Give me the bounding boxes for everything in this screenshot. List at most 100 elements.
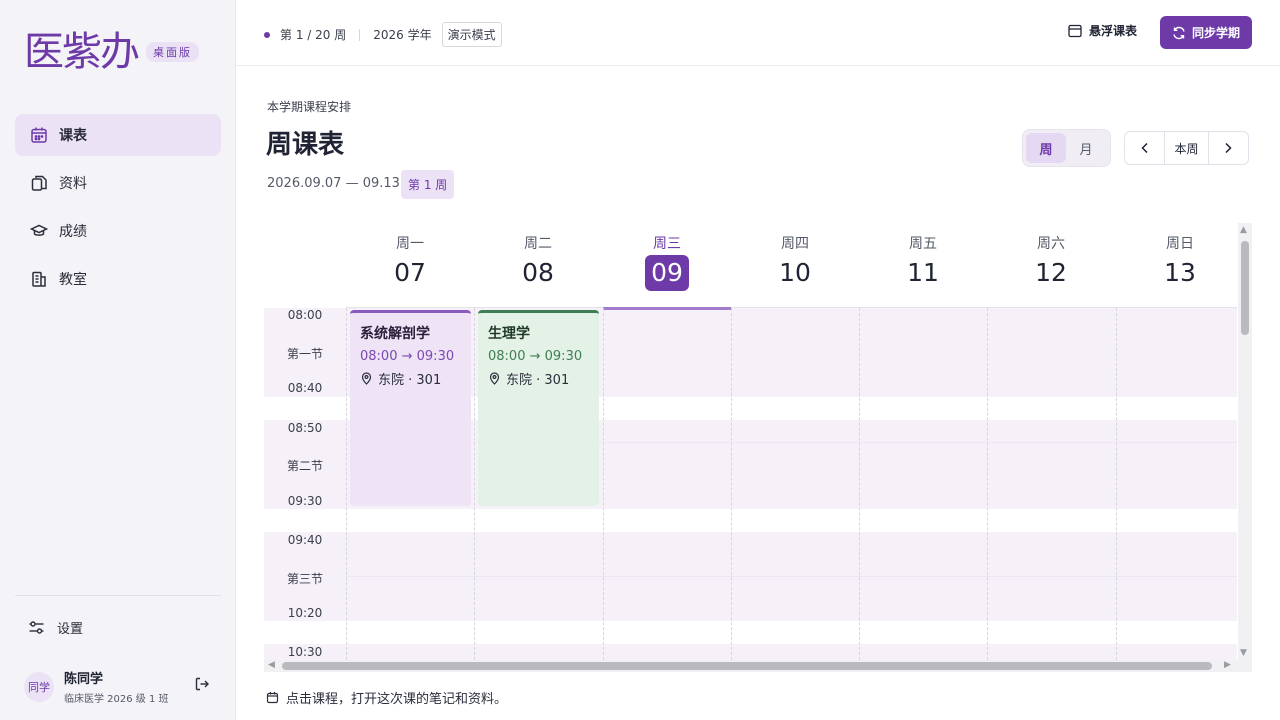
user-info: 陈同学 临床医学 2026 级 1 班 bbox=[64, 668, 169, 705]
floating-schedule-button[interactable]: 悬浮课表 bbox=[1068, 22, 1137, 39]
day-date: 12 bbox=[1035, 258, 1067, 287]
day-header-fri[interactable]: 周五 11 bbox=[859, 223, 987, 307]
day-header-sat[interactable]: 周六 12 bbox=[987, 223, 1115, 307]
day-name: 周日 bbox=[1166, 236, 1194, 252]
horizontal-scrollbar[interactable]: ◀ ▶ bbox=[264, 660, 1252, 672]
day-name: 周五 bbox=[909, 236, 937, 252]
arrow-right-icon: → bbox=[529, 349, 545, 364]
grid-line bbox=[731, 308, 732, 660]
day-header-mon[interactable]: 周一 07 bbox=[346, 223, 474, 307]
demo-mode-chip: 演示模式 bbox=[441, 22, 502, 47]
view-month-button[interactable]: 月 bbox=[1066, 133, 1106, 163]
period-start-time: 08:50 bbox=[287, 421, 323, 435]
week-status-text: 第 1 / 20 周 bbox=[280, 28, 347, 42]
current-week-button[interactable]: 本周 bbox=[1164, 132, 1209, 164]
week-badge: 第 1 周 bbox=[401, 170, 455, 199]
settings-label: 设置 bbox=[57, 622, 84, 637]
course-card-anatomy[interactable]: 系统解剖学 08:00 → 09:30 东院 · 301 bbox=[350, 310, 471, 506]
day-name: 周四 bbox=[781, 236, 809, 252]
grid-line bbox=[346, 576, 1237, 577]
day-header-sun[interactable]: 周日 13 bbox=[1116, 223, 1244, 307]
view-toggle: 周 月 bbox=[1022, 129, 1111, 167]
sidebar-item-schedule[interactable]: 课表 bbox=[15, 114, 221, 156]
course-end: 09:30 bbox=[416, 349, 455, 364]
avatar[interactable]: 同学 bbox=[24, 671, 54, 702]
scroll-left-icon[interactable]: ◀ bbox=[268, 660, 275, 670]
period-end-time: 10:20 bbox=[287, 606, 323, 620]
sidebar-item-grades[interactable]: 成绩 bbox=[15, 210, 221, 252]
footer-hint: 点击课程，打开这次课的笔记和资料。 bbox=[266, 688, 507, 707]
user-name: 陈同学 bbox=[64, 672, 104, 687]
course-location: 东院 · 301 bbox=[488, 369, 589, 388]
day-header-thu[interactable]: 周四 10 bbox=[731, 223, 859, 307]
week-calendar: 周一 07 周二 08 周三 09 周四 10 周五 11 周六 12 周日 1… bbox=[264, 223, 1252, 672]
view-week-button[interactable]: 周 bbox=[1026, 133, 1066, 163]
map-pin-icon bbox=[360, 372, 373, 385]
status-dot bbox=[264, 31, 270, 38]
day-date: 13 bbox=[1164, 258, 1196, 287]
app-logo[interactable]: 医紫办 桌面版 bbox=[24, 28, 199, 76]
sliders-icon bbox=[28, 619, 45, 636]
user-class: 临床医学 2026 级 1 班 bbox=[64, 694, 169, 705]
course-card-physiology[interactable]: 生理学 08:00 → 09:30 东院 · 301 bbox=[478, 310, 599, 506]
period-label: 第二节 bbox=[286, 459, 323, 473]
day-date: 09 bbox=[645, 255, 689, 291]
day-date: 11 bbox=[907, 258, 939, 287]
edition-badge: 桌面版 bbox=[146, 42, 199, 62]
sidebar-item-label: 成绩 bbox=[59, 224, 87, 240]
day-name: 周六 bbox=[1037, 236, 1065, 252]
graduation-cap-icon bbox=[29, 221, 49, 241]
grid-line bbox=[346, 307, 1237, 308]
sync-semester-button[interactable]: 同步学期 bbox=[1160, 16, 1252, 49]
next-week-button[interactable] bbox=[1209, 132, 1248, 164]
day-date: 10 bbox=[779, 258, 811, 287]
period-start-time: 09:40 bbox=[287, 533, 323, 547]
scrollbar-thumb[interactable] bbox=[1241, 241, 1249, 335]
week-pager: 本周 bbox=[1124, 131, 1249, 165]
day-header-tue[interactable]: 周二 08 bbox=[474, 223, 602, 307]
course-location: 东院 · 301 bbox=[360, 369, 461, 388]
sidebar-divider bbox=[15, 595, 221, 596]
chevron-right-icon bbox=[1222, 142, 1234, 154]
user-card: 同学 陈同学 临床医学 2026 级 1 班 bbox=[24, 668, 214, 705]
scroll-right-icon[interactable]: ▶ bbox=[1224, 660, 1231, 670]
course-time: 08:00 → 09:30 bbox=[488, 349, 589, 364]
topbar: 第 1 / 20 周 2026 学年 演示模式 悬浮课表 同步学期 bbox=[236, 0, 1280, 66]
floating-schedule-label: 悬浮课表 bbox=[1089, 24, 1138, 38]
day-header-wed[interactable]: 周三 09 bbox=[603, 223, 731, 307]
vertical-scrollbar[interactable]: ▲ ▼ bbox=[1238, 223, 1252, 660]
course-start: 08:00 bbox=[360, 349, 398, 364]
sidebar-item-materials[interactable]: 资料 bbox=[15, 162, 221, 204]
refresh-icon bbox=[1172, 26, 1186, 40]
scroll-up-icon[interactable]: ▲ bbox=[1240, 225, 1247, 235]
settings-button[interactable]: 设置 bbox=[28, 618, 83, 637]
sidebar-item-classrooms[interactable]: 教室 bbox=[15, 258, 221, 300]
logout-icon[interactable] bbox=[194, 676, 210, 692]
calendar-icon bbox=[266, 691, 279, 704]
footer-hint-text: 点击课程，打开这次课的笔记和资料。 bbox=[286, 692, 508, 707]
calendar-icon bbox=[29, 125, 49, 145]
grid-line bbox=[1116, 308, 1117, 660]
period-start-time: 10:30 bbox=[287, 645, 323, 659]
sidebar: 医紫办 桌面版 课表 资料 成绩 教室 设置 同学 陈同学 临床医学 2026 … bbox=[0, 0, 236, 720]
period-label: 第一节 bbox=[286, 347, 323, 361]
logo-text: 医紫办 bbox=[24, 29, 140, 75]
page-eyebrow: 本学期课程安排 bbox=[267, 100, 352, 114]
grid-line bbox=[346, 308, 347, 660]
today-indicator bbox=[603, 307, 731, 310]
scroll-down-icon[interactable]: ▼ bbox=[1240, 648, 1247, 658]
grid-line bbox=[987, 308, 988, 660]
period-end-time: 08:40 bbox=[287, 381, 323, 395]
chevron-left-icon bbox=[1139, 142, 1151, 154]
sidebar-item-label: 教室 bbox=[59, 272, 87, 288]
date-range: 2026.09.07 — 09.13 bbox=[267, 176, 400, 191]
period-label: 第三节 bbox=[286, 572, 323, 586]
day-date: 07 bbox=[394, 258, 426, 287]
arrow-right-icon: → bbox=[401, 349, 417, 364]
grid-line bbox=[859, 308, 860, 660]
course-time: 08:00 → 09:30 bbox=[360, 349, 461, 364]
course-name: 系统解剖学 bbox=[360, 326, 430, 342]
prev-week-button[interactable] bbox=[1125, 132, 1164, 164]
course-start: 08:00 bbox=[488, 349, 526, 364]
scrollbar-thumb[interactable] bbox=[282, 662, 1212, 670]
